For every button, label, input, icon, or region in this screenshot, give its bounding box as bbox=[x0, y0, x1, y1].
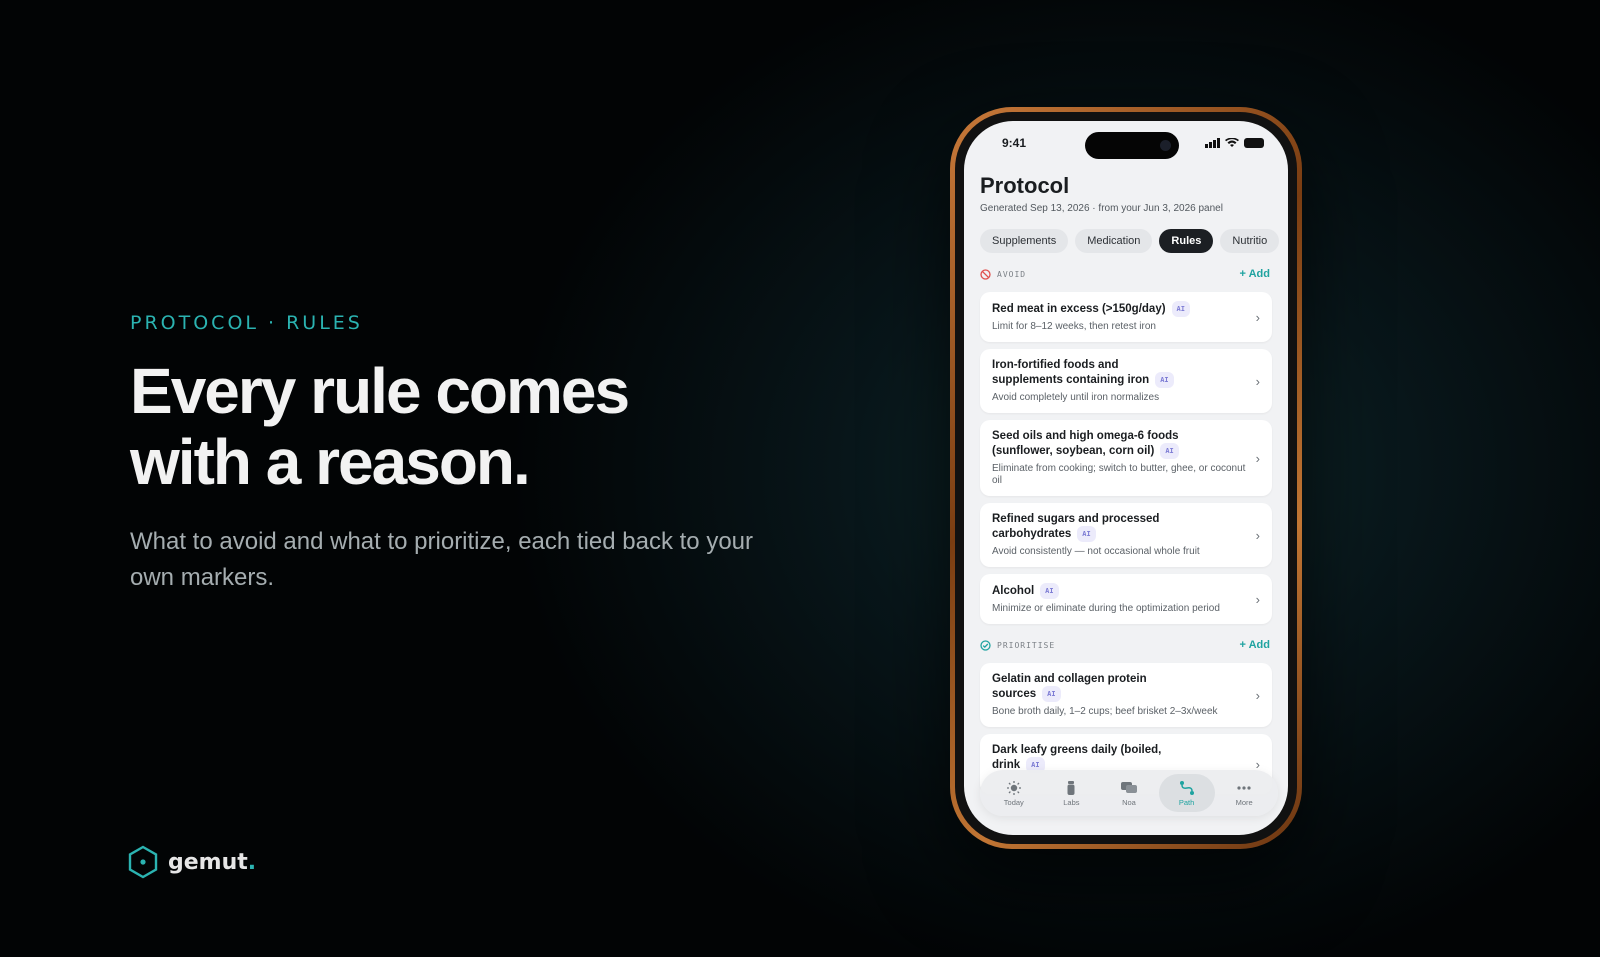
prioritise-label: PRIORITISE bbox=[997, 640, 1056, 650]
prioritise-add-button[interactable]: + Add bbox=[1240, 639, 1270, 651]
tabbar-noa[interactable]: Noa bbox=[1101, 774, 1157, 812]
page-title: Protocol bbox=[980, 173, 1070, 198]
headline: Every rule comes with a reason. bbox=[130, 356, 790, 498]
chevron-right-icon: › bbox=[1255, 688, 1260, 703]
brand-name: gemut. bbox=[168, 849, 257, 875]
rule-title: Alcohol bbox=[992, 585, 1035, 597]
generated-note: Generated Sep 13, 2026 · from your Jun 3… bbox=[980, 203, 1223, 214]
chevron-right-icon: › bbox=[1255, 528, 1260, 543]
ai-badge: AI bbox=[1155, 372, 1174, 388]
plus-icon: + bbox=[1239, 268, 1249, 280]
ai-badge: AI bbox=[1160, 443, 1179, 459]
rule-card[interactable]: Red meat in excess (>150g/day) AI Limit f… bbox=[980, 292, 1272, 342]
path-icon bbox=[1179, 780, 1194, 795]
headline-line-1: Every rule comes bbox=[130, 355, 630, 427]
ai-badge: AI bbox=[1077, 526, 1096, 542]
sun-icon bbox=[1006, 780, 1021, 795]
status-time: 9:41 bbox=[1002, 136, 1027, 150]
tab-rules[interactable]: Rules bbox=[1159, 229, 1214, 253]
rule-card[interactable]: Refined sugars and processed carbohydrat… bbox=[980, 503, 1272, 567]
tab-supplements[interactable]: Supplements bbox=[980, 229, 1069, 253]
tab-medication[interactable]: Medication bbox=[1075, 229, 1153, 253]
brand-logo: gemut. bbox=[128, 845, 256, 879]
headline-line-2: with a reason. bbox=[130, 426, 531, 498]
chevron-right-icon: › bbox=[1255, 374, 1260, 389]
more-icon bbox=[1237, 785, 1251, 790]
chat-icon bbox=[1120, 781, 1137, 793]
rule-desc: Minimize or eliminate during the optimiz… bbox=[992, 603, 1220, 614]
tab-nutrition[interactable]: Nutritio bbox=[1220, 229, 1280, 253]
avoid-label: AVOID bbox=[997, 269, 1027, 279]
rule-card[interactable]: Gelatin and collagen protein sources AI B… bbox=[980, 663, 1272, 727]
prioritise-section-header: PRIORITISE + Add bbox=[964, 634, 1288, 656]
hero: PROTOCOL · RULES Every rule comes with a… bbox=[130, 312, 790, 596]
avoid-add-button[interactable]: + Add bbox=[1240, 268, 1270, 280]
rule-card[interactable]: Iron-fortified foods and supplements con… bbox=[980, 349, 1272, 413]
ai-badge: AI bbox=[1171, 301, 1190, 317]
phone-mockup: 9:41 Protocol Generated Sep 13, 2026 · f… bbox=[950, 107, 1302, 849]
rule-title: Refined sugars and processed carbohydrat… bbox=[992, 513, 1160, 540]
rule-title: Seed oils and high omega-6 foods (sunflo… bbox=[992, 430, 1179, 457]
dynamic-island bbox=[1085, 132, 1179, 159]
tabbar-path[interactable]: Path bbox=[1158, 774, 1215, 812]
rule-card[interactable]: Alcohol AI Minimize or eliminate during t… bbox=[980, 574, 1272, 624]
bottom-tab-bar: Today Labs Noa Path More bbox=[980, 770, 1278, 816]
rule-title: Dark leafy greens daily (boiled, drink bbox=[992, 744, 1162, 771]
hexagon-logo-icon bbox=[128, 845, 158, 879]
vial-icon bbox=[1067, 780, 1075, 795]
rule-desc: Eliminate from cooking; switch to butter… bbox=[992, 463, 1246, 486]
tabbar-labs[interactable]: Labs bbox=[1043, 774, 1099, 812]
ai-badge: AI bbox=[1042, 686, 1061, 702]
rule-title: Red meat in excess (>150g/day) bbox=[992, 303, 1166, 315]
rule-desc: Avoid completely until iron normalizes bbox=[992, 392, 1160, 403]
plus-icon: + bbox=[1239, 639, 1249, 651]
chevron-right-icon: › bbox=[1255, 310, 1260, 325]
tabbar-today[interactable]: Today bbox=[986, 774, 1042, 812]
ai-badge: AI bbox=[1040, 583, 1059, 599]
rule-desc: Bone broth daily, 1–2 cups; beef brisket… bbox=[992, 706, 1218, 717]
signal-icon bbox=[1205, 138, 1220, 148]
rule-desc: Avoid consistently — not occasional whol… bbox=[992, 546, 1200, 557]
rule-title: Gelatin and collagen protein sources bbox=[992, 673, 1147, 700]
phone-screen: 9:41 Protocol Generated Sep 13, 2026 · f… bbox=[964, 121, 1288, 835]
rule-card[interactable]: Seed oils and high omega-6 foods (sunflo… bbox=[980, 420, 1272, 496]
check-circle-icon bbox=[980, 639, 991, 651]
rule-title: Iron-fortified foods and supplements con… bbox=[992, 359, 1150, 386]
chevron-right-icon: › bbox=[1255, 592, 1260, 607]
avoid-section-header: AVOID + Add bbox=[964, 263, 1288, 285]
tabbar-more[interactable]: More bbox=[1216, 774, 1272, 812]
chevron-right-icon: › bbox=[1255, 451, 1260, 466]
subtitle: What to avoid and what to prioritize, ea… bbox=[130, 528, 754, 591]
prohibited-icon bbox=[980, 268, 991, 280]
eyebrow: PROTOCOL · RULES bbox=[130, 312, 363, 334]
battery-icon bbox=[1244, 138, 1264, 148]
wifi-icon bbox=[1225, 138, 1239, 147]
rule-desc: Limit for 8–12 weeks, then retest iron bbox=[992, 321, 1156, 332]
segment-tabs: Supplements Medication Rules Nutritio bbox=[964, 214, 1288, 253]
